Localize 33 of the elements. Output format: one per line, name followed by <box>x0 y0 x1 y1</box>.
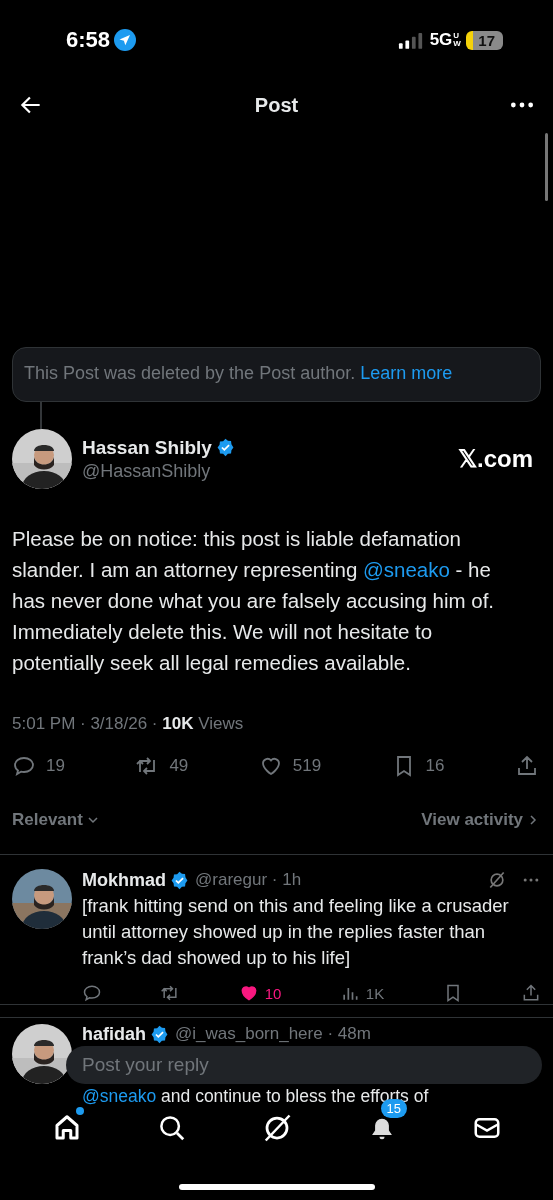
reply-handle[interactable]: @i_was_born_here · 48m <box>175 1024 541 1044</box>
reply-text: [frank hitting send on this and feeling like a crusader until attorney showed up in the replies faster than frank’s dad showed up to his life] <box>82 894 510 970</box>
action-count: 19 <box>46 756 65 776</box>
reply-author-name[interactable]: Mokhmad <box>82 869 166 891</box>
chevron-down-icon[interactable] <box>86 814 99 826</box>
reply-author-name[interactable]: hafidah <box>82 1023 146 1045</box>
post-text: Please be on notice: this post is liable defamation slander. I am an attorney representing @sneako - he has never done what you are falsely accusing him of. Immediately delete this. We will not hesitate to potentially seek all legal remedies available. <box>12 526 496 676</box>
mention-link[interactable]: @sneako <box>82 1086 157 1106</box>
chevron-right-icon[interactable] <box>527 814 539 826</box>
reply-input-field[interactable]: Post your reply <box>66 1046 542 1084</box>
scroll-bar <box>545 133 548 201</box>
action-count: 10 <box>264 984 282 1002</box>
action-count: 1K <box>365 984 385 1002</box>
deleted-notice-text: This Post was deleted by the Post author. <box>24 363 356 383</box>
mention-link[interactable]: @sneako <box>363 558 450 581</box>
view-activity-link[interactable]: View activity <box>421 808 539 832</box>
post-meta: 5:01 PM · 3/18/26 · 10K Views <box>12 714 245 734</box>
share-icon[interactable] <box>521 983 541 1003</box>
battery-indicator: 17 <box>466 30 503 50</box>
action-count: 49 <box>169 756 189 776</box>
source-label: 𝕏.com <box>458 445 533 473</box>
comment-icon[interactable] <box>82 983 102 1003</box>
action-count: 16 <box>425 756 445 776</box>
author-handle[interactable]: @HassanShibly <box>82 460 448 482</box>
clock-time: 6:58 <box>66 27 111 53</box>
action-count: 519 <box>292 756 322 776</box>
signal-icon <box>397 31 424 49</box>
reply-handle[interactable]: @raregur · 1h <box>195 870 473 890</box>
author-name[interactable]: Hassan Shibly <box>82 436 212 459</box>
sort-dropdown[interactable]: Relevant <box>12 808 99 832</box>
page-title: Post <box>254 93 299 117</box>
comment-icon[interactable] <box>12 754 36 778</box>
learn-more-link[interactable]: Learn more <box>360 363 453 383</box>
